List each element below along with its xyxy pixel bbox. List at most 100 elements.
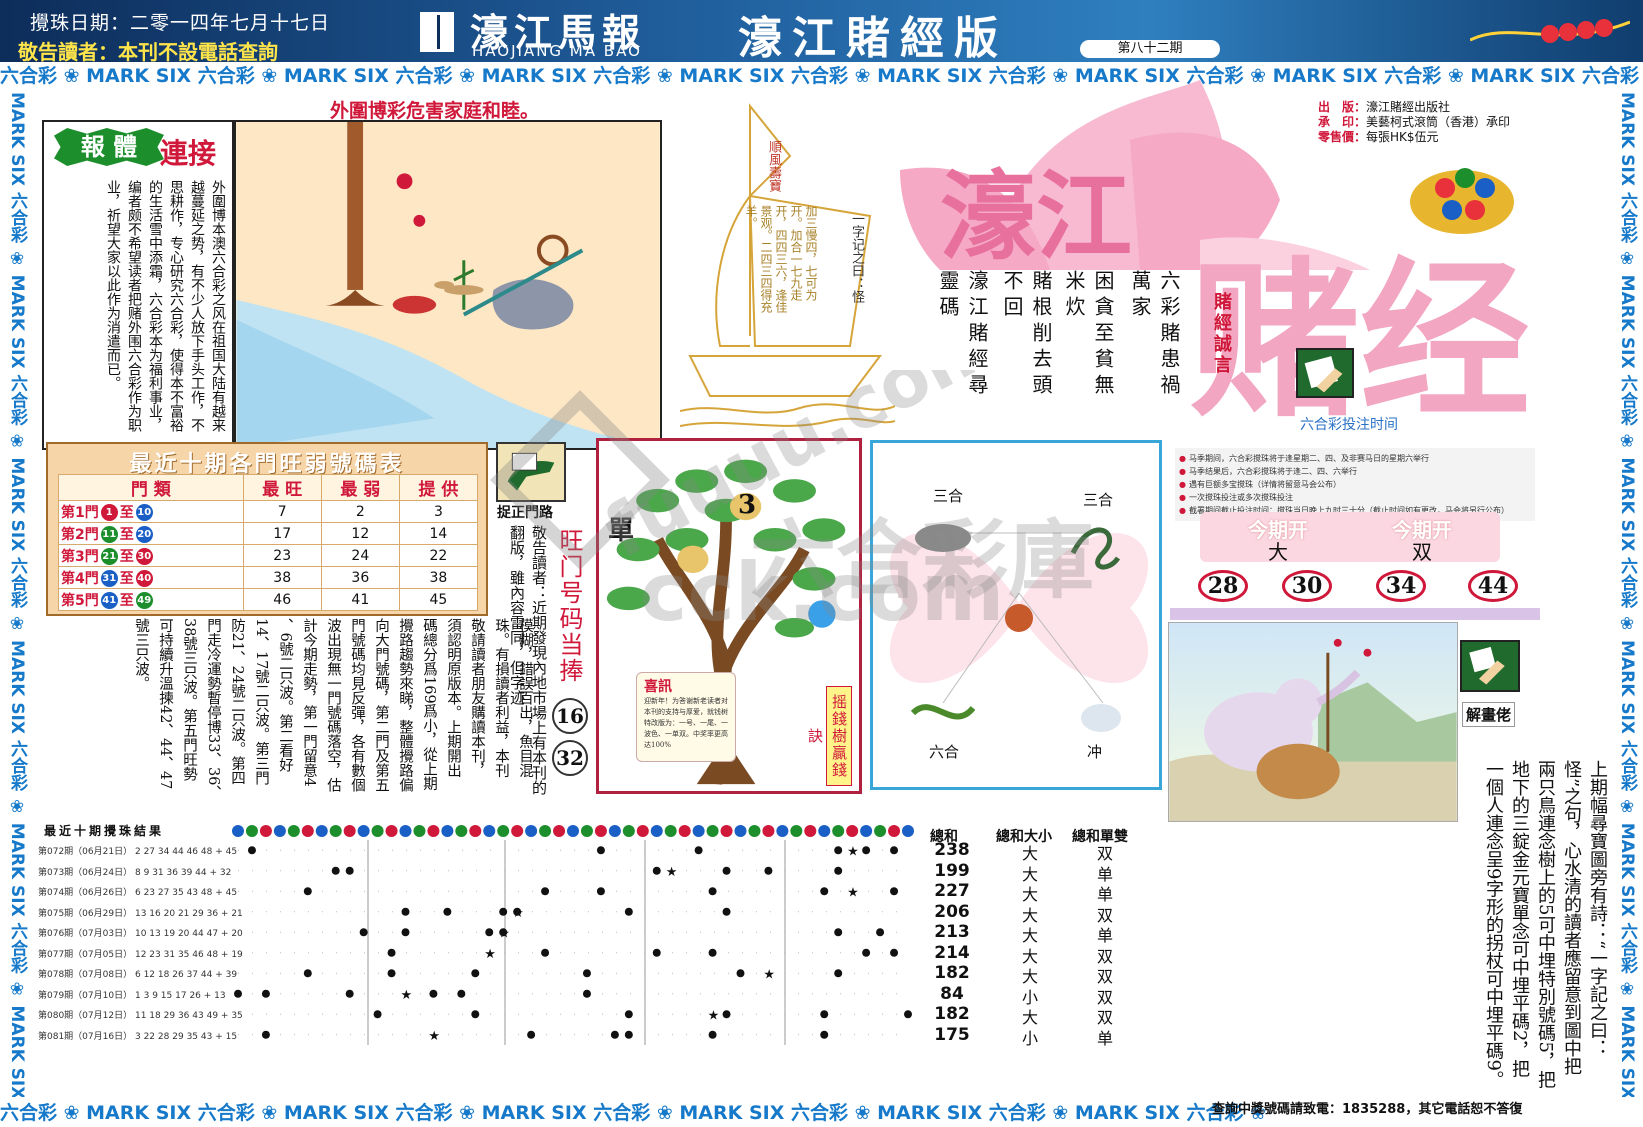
notice-column: 防21、24號二只波。第四 (229, 618, 245, 786)
drawn-number-dot (261, 989, 270, 998)
notice-column: 計今期走勢，第一門留意4 (301, 618, 317, 787)
door-row: 第3門 21 至 30 23 24 22 (58, 544, 479, 567)
special-number-star: ★ (847, 844, 859, 859)
cold-cell: 24 (320, 544, 400, 567)
drawn-number-dot (471, 969, 480, 978)
special-number-star: ★ (428, 1029, 440, 1044)
poem-line-1: 六彩賭患禍萬家 (1128, 270, 1181, 400)
special-number-star: ★ (401, 988, 413, 1003)
drawn-number-dot (834, 866, 843, 875)
poem-line-4: 濠江賭經尋靈碼 (936, 270, 989, 400)
cold-cell: 12 (320, 522, 400, 545)
draw-date: 攪珠日期：二零一四年七月十七日 (30, 12, 331, 34)
notice-column: 號三只波。 (133, 618, 149, 691)
drawn-number-dot (429, 989, 438, 998)
bet-rule: 一次搅珠投注或多次搅珠投注 (1179, 491, 1531, 504)
body-article-text: 外圍博本澳六合彩之风在祖国大陆有越来越蔓延之势，有不少人放下手头工作，不思耕作，… (105, 180, 226, 432)
drawn-number-dot (331, 866, 340, 875)
door-from-ball: 11 (100, 526, 118, 543)
door-row: 第4門 31 至 40 38 36 38 (58, 566, 479, 589)
drawn-number-dot (834, 846, 843, 855)
hot-number: 16 (552, 698, 588, 734)
drawn-number-dot (513, 907, 522, 916)
offer-cell: 22 (398, 544, 479, 567)
good-news-title: 喜訊 (644, 679, 672, 695)
drawn-number-dot (862, 948, 871, 957)
door-row: 第5門 41 至 49 46 41 45 (58, 588, 479, 611)
drawn-number-dot (820, 1010, 829, 1019)
door-to-ball: 30 (135, 548, 153, 565)
drawn-number-dot (834, 928, 843, 937)
result-row-label: 第079期（07月10日） 1 3 9 15 17 26 + 13 (38, 990, 226, 1001)
body-tag: 報 體 (54, 128, 164, 166)
drawn-number-dot (652, 866, 661, 875)
door-from-ball: 41 (100, 592, 118, 609)
gambling-harm-headline: 外圍博彩危害家庭和睦。 (330, 100, 540, 122)
drawn-number-dot (904, 1010, 912, 1019)
door-cell: 第2門 11 至 20 (58, 522, 244, 545)
drawn-number-dot (652, 948, 661, 957)
zodiac-heart-diagram (889, 524, 1149, 732)
door-cell: 第3門 21 至 30 (58, 544, 244, 567)
offer-cell: 45 (398, 588, 479, 611)
dragon-icon (910, 704, 976, 720)
bet-rule: 马季期间，六合彩搅珠将于逢星期二、四、及非赛马日的星期六举行 (1179, 452, 1531, 465)
divider-band (1170, 608, 1540, 620)
drawn-number-dot (890, 846, 899, 855)
recommended-number: 34 (1376, 570, 1426, 602)
current-draw-box: 今期开 大 今期开 双 (1200, 512, 1500, 564)
door-cell: 第5門 41 至 49 (58, 588, 244, 611)
recommended-number: 30 (1282, 570, 1332, 602)
result-row-label: 第077期（07月05日） 12 23 31 35 46 48 + 19 (38, 949, 243, 960)
drawn-number-dot (624, 907, 633, 916)
zodiac-label-sanhe-ox: 三合 (933, 487, 964, 505)
masthead-title-en: HAOJIANG MA BAO (472, 42, 642, 60)
drawn-number-dot (541, 948, 550, 957)
explain-text: 上期幅尋寶圖旁有詩：“一字記之曰：怪”之句，心水清的讀者應留意到圖中把兩只鳥連念… (1483, 760, 1608, 1089)
result-row-label: 第076期（07月03日） 10 13 19 20 44 47 + 20 (38, 929, 243, 940)
result-size: 小 (1021, 1028, 1038, 1048)
notice-column: 波出現無一門號碼落空，估 (325, 618, 341, 792)
drawn-number-dot (471, 1010, 480, 1019)
drawn-number-dot (527, 1030, 536, 1039)
notice-column: 敬請讀者朋友購讀本刊， (469, 618, 485, 778)
bottom-border-strip: 六合彩 ❀ MARK SIX 六合彩 ❀ MARK SIX 六合彩 ❀ MARK… (0, 1100, 1270, 1127)
result-sum: 182 (934, 1004, 970, 1025)
zodiac-label-chong: 冲 (1087, 743, 1103, 761)
hot-cell: 7 (242, 500, 322, 523)
cold-cell: 2 (320, 500, 400, 523)
right-border-strip: MARK SIX 六合彩 ❀ MARK SIX 六合彩 ❀ MARK SIX 六… (1614, 92, 1640, 1097)
rabbit-icon (1081, 704, 1121, 732)
bet-time-title: 六合彩投注时间 (1300, 417, 1398, 433)
special-number-star: ★ (498, 926, 510, 941)
notice-column: 可持續升溫揀42、44、47 (157, 618, 173, 790)
door-from-ball: 1 (100, 504, 118, 521)
hot-cell: 46 (242, 588, 322, 611)
bet-rule: 马季结果后，六合彩搅珠将于逢二、四、六举行 (1179, 465, 1531, 478)
recommended-number: 44 (1468, 570, 1518, 602)
drawn-number-dot (890, 887, 899, 896)
notice-column: 碼總分爲169爲小，從上期 (421, 618, 437, 791)
door-hot-cold-table: 最近十期各門旺弱號碼表 門 類 最 旺 最 弱 提 供 第1門 1 至 10 7 2 3 第2… (46, 442, 488, 616)
door-cell: 第1門 1 至 10 (58, 500, 244, 523)
publisher-line: 出 版：濠江賭經出版社 (1318, 100, 1451, 114)
left-border-strip: MARK SIX 六合彩 ❀ MARK SIX 六合彩 ❀ MARK SIX 六… (4, 92, 30, 1097)
door-from-ball: 31 (100, 570, 118, 587)
masthead-banner: 攪珠日期：二零一四年七月十七日 敬告讀者：本刊不設電話查詢 濠江馬報 HAOJI… (0, 0, 1643, 62)
result-row-label: 第078期（07月08日） 6 12 18 26 37 44 + 39 (38, 970, 238, 981)
drawn-number-dot (610, 1030, 619, 1039)
drawn-number-dot (247, 846, 256, 855)
door-to-ball: 40 (135, 570, 153, 587)
notice-column: 須認明原版本。上期開出 (445, 618, 461, 778)
result-row-label: 第081期（07月16日） 3 22 28 29 35 43 + 15 (38, 1031, 238, 1042)
door-to-ball: 49 (135, 592, 153, 609)
logo-text-dujing: 赌经 (1190, 241, 1530, 420)
explain-label: 解畫佬 (1462, 702, 1516, 727)
money-tree-side-label: 摇錢樹贏錢訣 (806, 686, 852, 786)
drawn-number-dot (736, 969, 745, 978)
boat-clues: 加三慢四，七可为开。加合一七九走开，四四三六，逢佳景观。二四三四得充羊。 (744, 205, 818, 313)
bet-time-rules: 马季期间，六合彩搅珠将于逢星期二、四、及非赛马日的星期六举行 马季结果后，六合彩… (1175, 448, 1535, 521)
offer-cell: 38 (398, 566, 479, 589)
drawn-number-dot (401, 907, 410, 916)
special-number-star: ★ (708, 1008, 720, 1023)
